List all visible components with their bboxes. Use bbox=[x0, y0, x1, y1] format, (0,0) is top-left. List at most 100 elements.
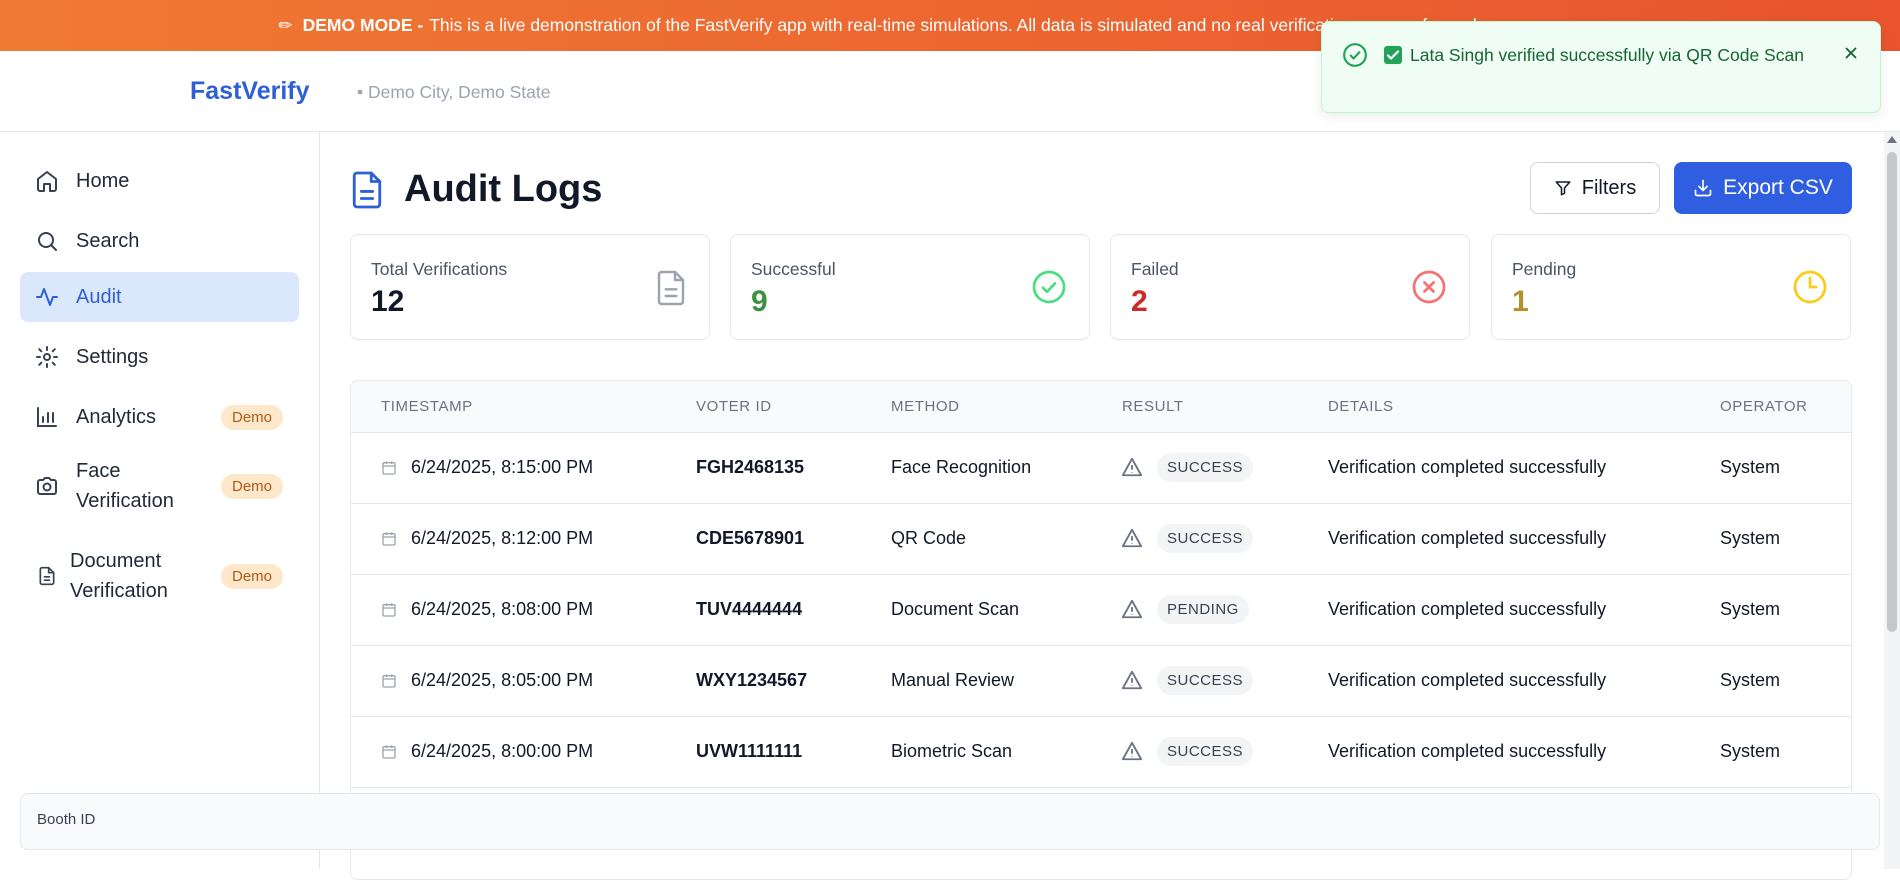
details-cell: Verification completed successfully bbox=[1328, 599, 1607, 619]
demo-badge: Demo bbox=[220, 563, 283, 589]
table-row[interactable]: 6/24/2025, 8:15:00 PM FGH2468135 Face Re… bbox=[351, 433, 1851, 504]
warning-icon bbox=[1121, 670, 1143, 690]
calendar-icon bbox=[382, 674, 396, 688]
check-circle-icon bbox=[1343, 43, 1367, 67]
operator-cell: System bbox=[1720, 457, 1781, 477]
timestamp-cell: 6/24/2025, 8:12:00 PM bbox=[411, 528, 594, 548]
timestamp-cell: 6/24/2025, 8:05:00 PM bbox=[411, 670, 594, 690]
scroll-up-arrow[interactable] bbox=[1887, 136, 1897, 143]
filters-button[interactable]: Filters bbox=[1530, 162, 1660, 214]
voter-id-cell: TUV4444444 bbox=[696, 599, 803, 619]
column-header-result[interactable]: RESULT bbox=[1122, 398, 1184, 415]
sidebar-item-analytics[interactable]: Analytics Demo bbox=[20, 392, 299, 442]
export-csv-button[interactable]: Export CSV bbox=[1674, 162, 1852, 214]
table-row[interactable]: 6/24/2025, 8:05:00 PM WXY1234567 Manual … bbox=[351, 646, 1851, 717]
column-header-voter-id[interactable]: VOTER ID bbox=[696, 398, 772, 415]
voter-id-cell: CDE5678901 bbox=[696, 528, 805, 548]
sparkle-icon: ✏ bbox=[278, 15, 293, 35]
column-header-timestamp[interactable]: TIMESTAMP bbox=[381, 398, 473, 415]
result-badge: PENDING bbox=[1157, 595, 1249, 624]
warning-icon bbox=[1121, 457, 1143, 477]
main-content: Audit Logs Filters Export CSV Total Veri… bbox=[320, 132, 1880, 880]
stat-value: 1 bbox=[1512, 285, 1529, 318]
stat-value: 2 bbox=[1131, 285, 1148, 318]
sidebar-item-label: Search bbox=[76, 230, 140, 252]
timestamp-cell: 6/24/2025, 8:00:00 PM bbox=[411, 741, 594, 761]
details-cell: Verification completed successfully bbox=[1328, 528, 1607, 548]
stat-card-failed: Failed 2 bbox=[1110, 234, 1470, 340]
stat-card-total: Total Verifications 12 bbox=[350, 234, 710, 340]
sidebar-item-audit[interactable]: Audit bbox=[20, 272, 299, 322]
sidebar-item-search[interactable]: Search bbox=[20, 216, 299, 266]
gear-icon bbox=[34, 344, 60, 370]
x-circle-icon bbox=[1411, 269, 1447, 310]
sidebar-item-settings[interactable]: Settings bbox=[20, 332, 299, 382]
voter-id-cell: FGH2468135 bbox=[696, 457, 805, 477]
toast-notification: Lata Singh verified successfully via QR … bbox=[1321, 21, 1881, 113]
demo-mode-label: DEMO MODE - bbox=[302, 15, 424, 35]
sidebar-item-face-verification[interactable]: Face Verification Demo bbox=[20, 450, 299, 522]
column-header-method[interactable]: METHOD bbox=[891, 398, 960, 415]
table-row[interactable]: 6/24/2025, 8:00:00 PM UVW1111111 Biometr… bbox=[351, 717, 1851, 788]
table-row[interactable]: 6/24/2025, 8:08:00 PM TUV4444444 Documen… bbox=[351, 575, 1851, 646]
stat-label: Pending bbox=[1512, 259, 1577, 279]
method-cell: Document Scan bbox=[891, 599, 1020, 619]
booth-id-field[interactable]: Booth ID bbox=[20, 793, 1880, 850]
document-icon bbox=[655, 269, 687, 312]
method-cell: QR Code bbox=[891, 528, 967, 548]
sidebar-item-label: Document Verification bbox=[70, 550, 168, 602]
warning-icon bbox=[1121, 599, 1143, 619]
scrollbar[interactable] bbox=[1884, 132, 1900, 869]
brand-logo[interactable]: FastVerify bbox=[190, 77, 310, 106]
warning-icon bbox=[1121, 741, 1143, 761]
sidebar-item-label: Home bbox=[76, 170, 130, 192]
stat-label: Successful bbox=[751, 259, 836, 279]
page-title: Audit Logs bbox=[404, 168, 603, 210]
table-header: TIMESTAMP VOTER ID METHOD RESULT DETAILS… bbox=[351, 381, 1851, 433]
sidebar: Home Search Audit Settings Analytics Dem… bbox=[0, 132, 320, 869]
column-header-details[interactable]: DETAILS bbox=[1328, 398, 1394, 415]
activity-icon bbox=[34, 284, 60, 310]
demo-badge: Demo bbox=[220, 473, 283, 499]
sidebar-item-label: Face Verification bbox=[76, 460, 174, 512]
filters-label: Filters bbox=[1581, 176, 1637, 199]
search-icon bbox=[34, 228, 60, 254]
timestamp-cell: 6/24/2025, 8:15:00 PM bbox=[411, 457, 594, 477]
operator-cell: System bbox=[1720, 741, 1781, 761]
sidebar-item-label: Audit bbox=[76, 286, 122, 308]
stat-card-successful: Successful 9 bbox=[730, 234, 1090, 340]
calendar-icon bbox=[382, 461, 396, 475]
clock-icon bbox=[1792, 269, 1828, 310]
sidebar-item-document-verification[interactable]: Document Verification Demo bbox=[20, 540, 299, 612]
calendar-icon bbox=[382, 532, 396, 546]
details-cell: Verification completed successfully bbox=[1328, 670, 1607, 690]
booth-id-label: Booth ID bbox=[37, 811, 96, 828]
export-csv-label: Export CSV bbox=[1723, 176, 1833, 199]
timestamp-cell: 6/24/2025, 8:08:00 PM bbox=[411, 599, 594, 619]
stat-label: Failed bbox=[1131, 259, 1179, 279]
result-badge: SUCCESS bbox=[1157, 666, 1254, 695]
sidebar-item-home[interactable]: Home bbox=[20, 156, 299, 206]
toast-message: Lata Singh verified successfully via QR … bbox=[1410, 45, 1804, 65]
result-badge: SUCCESS bbox=[1157, 524, 1254, 553]
result-badge: SUCCESS bbox=[1157, 453, 1254, 482]
filter-icon bbox=[1555, 181, 1571, 196]
stat-card-pending: Pending 1 bbox=[1491, 234, 1851, 340]
method-cell: Manual Review bbox=[891, 670, 1015, 690]
document-icon bbox=[350, 170, 384, 210]
method-cell: Biometric Scan bbox=[891, 741, 1013, 761]
stat-label: Total Verifications bbox=[371, 259, 508, 279]
table-row[interactable]: 6/24/2025, 8:12:00 PM CDE5678901 QR Code… bbox=[351, 504, 1851, 575]
scrollbar-thumb[interactable] bbox=[1887, 152, 1897, 632]
file-icon bbox=[34, 563, 60, 589]
stat-value: 12 bbox=[371, 285, 405, 318]
voter-id-cell: WXY1234567 bbox=[696, 670, 808, 690]
details-cell: Verification completed successfully bbox=[1328, 741, 1607, 761]
stat-value: 9 bbox=[751, 285, 768, 318]
column-header-operator[interactable]: OPERATOR bbox=[1720, 398, 1808, 415]
close-icon[interactable] bbox=[1842, 44, 1860, 62]
home-icon bbox=[34, 168, 60, 194]
page-header: Audit Logs bbox=[350, 168, 602, 211]
location-text: • Demo City, Demo State bbox=[357, 82, 551, 102]
method-cell: Face Recognition bbox=[891, 457, 1032, 477]
